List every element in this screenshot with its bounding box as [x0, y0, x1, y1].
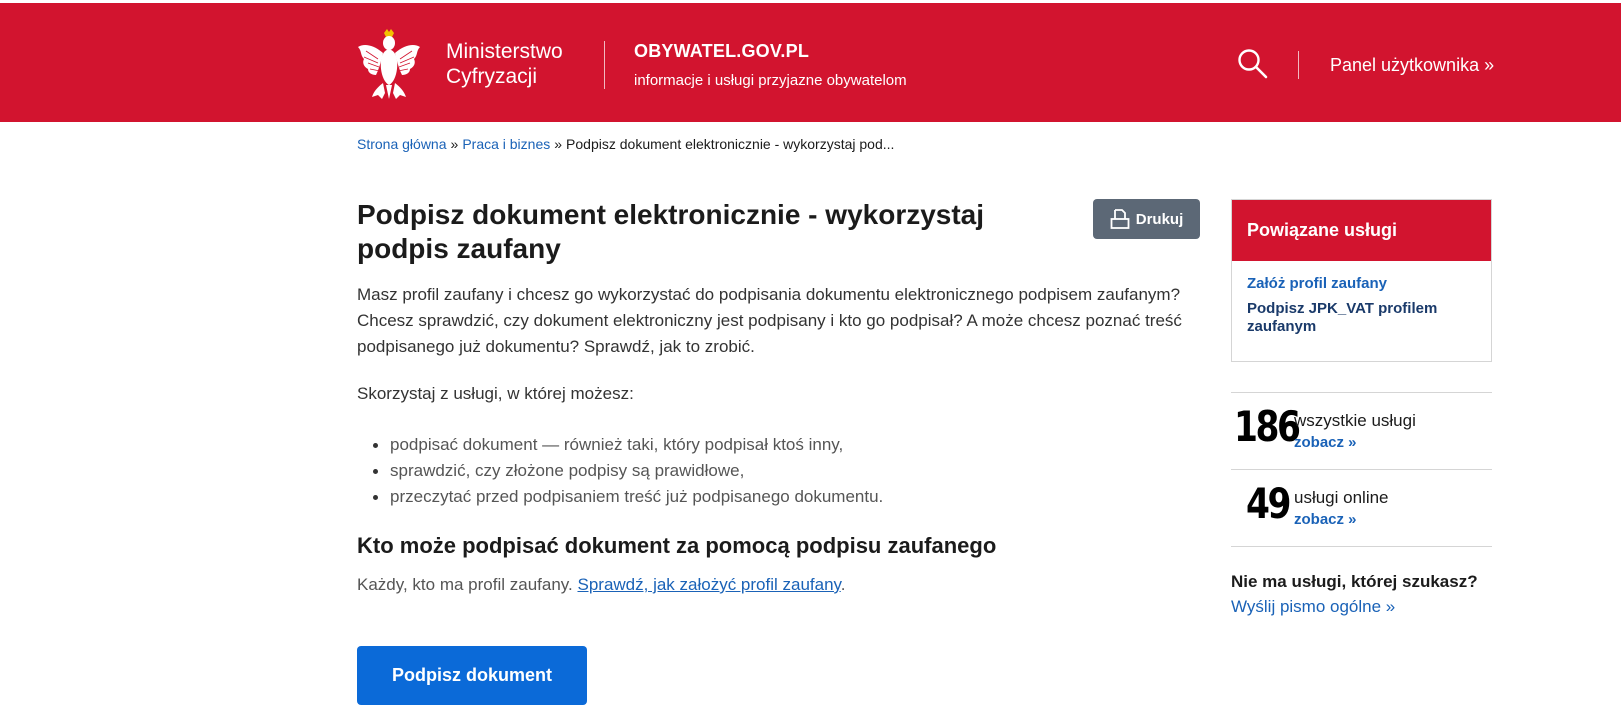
list-item: podpisać dokument — również taki, który … [372, 432, 883, 458]
service-intro: Skorzystaj z usługi, w której możesz: [357, 384, 634, 403]
ministry-line-2: Cyfryzacji [446, 65, 538, 88]
breadcrumb-separator: » [554, 136, 563, 152]
header-divider-2 [1298, 51, 1299, 79]
breadcrumb-home[interactable]: Strona główna [357, 136, 447, 152]
online-services-count: 49 [1246, 479, 1291, 528]
lead-paragraph: Masz profil zaufany i chcesz go wykorzys… [357, 285, 1182, 356]
related-services-list: Załóż profil zaufany Podpisz JPK_VAT pro… [1232, 261, 1491, 357]
list-item: przeczytać przed podpisaniem treść już p… [372, 484, 883, 510]
online-services-see-link[interactable]: zobacz » [1294, 511, 1357, 528]
header-divider [604, 41, 605, 89]
all-services-see-link[interactable]: zobacz » [1294, 434, 1357, 451]
list-item: sprawdzić, czy złożone podpisy są prawid… [372, 458, 883, 484]
site-name-link[interactable]: OBYWATEL.GOV.PL [634, 41, 809, 62]
missing-service-question: Nie ma usługi, której szukasz? [1231, 572, 1478, 591]
site-header: Ministerstwo Cyfryzacji OBYWATEL.GOV.PL … [0, 0, 1621, 122]
all-services-count: 186 [1234, 402, 1301, 451]
breadcrumb: Strona główna» Praca i biznes» Podpisz dok… [357, 136, 894, 152]
related-services-box: Powiązane usługi Załóż profil zaufany Po… [1231, 199, 1492, 362]
sign-document-button[interactable]: Podpisz dokument [357, 646, 587, 705]
divider [1231, 392, 1492, 393]
print-button[interactable]: Drukuj [1093, 199, 1200, 239]
who-text: Każdy, kto ma profil zaufany. [357, 575, 573, 594]
send-general-letter-link[interactable]: Wyślij pismo ogólne » [1231, 597, 1395, 617]
related-link-sign-jpk-vat[interactable]: Podpisz JPK_VAT profilem zaufanym [1247, 300, 1476, 336]
breadcrumb-separator: » [450, 136, 459, 152]
search-icon[interactable] [1236, 47, 1270, 81]
online-services-label: usługi online [1294, 488, 1389, 507]
divider [1231, 469, 1492, 470]
all-services-label: wszystkie usługi [1294, 411, 1416, 430]
page-title: Podpisz dokument elektronicznie - wykorz… [357, 199, 985, 264]
who-text-end: . [840, 575, 846, 594]
breadcrumb-current: Podpisz dokument elektronicznie - wykorz… [566, 136, 895, 152]
trusted-profile-how-to-link[interactable]: Sprawdź, jak założyć profil zaufany [577, 575, 840, 594]
who-can-sign-text: Każdy, kto ma profil zaufany. Sprawdź, j… [357, 575, 846, 595]
who-can-sign-heading: Kto może podpisać dokument za pomocą pod… [357, 533, 997, 558]
print-document-icon [1110, 209, 1130, 229]
polish-eagle-emblem-icon[interactable] [356, 27, 422, 100]
related-services-title: Powiązane usługi [1232, 200, 1491, 261]
divider [1231, 546, 1492, 547]
service-capabilities-list: podpisać dokument — również taki, który … [372, 432, 883, 510]
ministry-name: Ministerstwo Cyfryzacji [446, 39, 563, 89]
site-tagline: informacje i usługi przyjazne obywatelom [634, 72, 907, 89]
breadcrumb-work-business[interactable]: Praca i biznes [462, 136, 550, 152]
related-link-create-trusted-profile[interactable]: Załóż profil zaufany [1247, 275, 1476, 293]
user-panel-link[interactable]: Panel użytkownika » [1330, 55, 1494, 76]
ministry-line-1: Ministerstwo [446, 40, 563, 63]
print-button-label: Drukuj [1135, 210, 1184, 228]
